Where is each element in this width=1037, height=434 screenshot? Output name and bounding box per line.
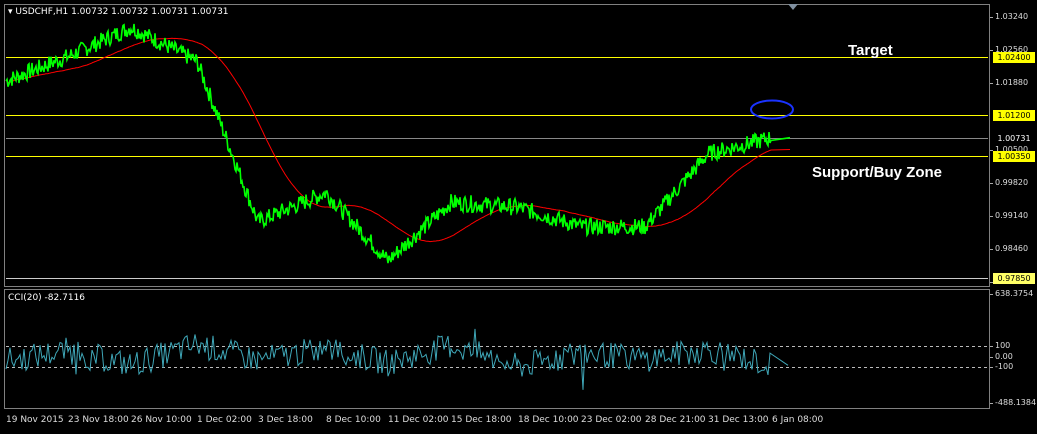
time-tick-label: 19 Nov 2015	[6, 415, 64, 425]
cci-title: CCI(20) -82.7116	[8, 293, 86, 303]
support-zone-annotation: Support/Buy Zone	[812, 164, 942, 181]
time-tick-label: 23 Dec 02:00	[581, 415, 642, 425]
time-tick-label: 1 Dec 02:00	[197, 415, 252, 425]
target-annotation: Target	[848, 42, 893, 59]
price-tick-label: 0.98460	[989, 244, 1029, 254]
time-tick-label: 15 Dec 18:00	[451, 415, 512, 425]
level-price-label: 1.02400	[993, 51, 1035, 63]
time-tick-label: 23 Nov 18:00	[68, 415, 129, 425]
cci-tick-label: 0.00	[990, 351, 1013, 361]
cci-axis[interactable]: 638.3754 100 0.00 -100 -488.1384	[989, 289, 1037, 409]
symbol-quote-label: USDCHF,H1 1.00732 1.00732 1.00731 1.0073…	[15, 7, 229, 17]
cci-tick-label: -100	[989, 362, 1014, 372]
time-tick-label: 3 Dec 18:00	[258, 415, 313, 425]
price-tick-label: 0.99820	[989, 177, 1029, 187]
cci-tick-label: 100	[989, 341, 1011, 351]
cci-tick-label: -488.1384	[989, 398, 1037, 407]
level-price-label: 1.00350	[993, 151, 1035, 163]
time-tick-label: 18 Dec 10:00	[518, 415, 579, 425]
price-tick-label: 0.99140	[989, 211, 1029, 220]
level-price-label: 0.97850	[993, 272, 1035, 284]
price-tick-label: 1.03240	[989, 11, 1029, 21]
time-axis[interactable]: 19 Nov 2015 23 Nov 18:00 26 Nov 10:00 1 Dec…	[0, 410, 990, 434]
dropdown-arrow-icon[interactable]: ▾	[8, 7, 13, 17]
time-tick-label: 28 Dec 21:00	[645, 415, 706, 425]
time-tick-label: 31 Dec 13:00	[708, 415, 769, 425]
current-price-label: 1.00731	[993, 132, 1035, 144]
time-tick-label: 11 Dec 02:00	[388, 415, 449, 425]
price-axis[interactable]: 1.03240 1.02560 1.01880 1.00500 0.99820 0.991…	[989, 4, 1037, 287]
cci-line	[5, 328, 789, 390]
chart-canvas	[5, 4, 988, 390]
chart-title: ▾ USDCHF,H1 1.00732 1.00732 1.00731 1.00…	[8, 7, 229, 17]
price-line	[5, 23, 791, 264]
cci-tick-label: 638.3754	[989, 289, 1034, 298]
time-tick-label: 8 Dec 10:00	[326, 415, 381, 425]
moving-average-line	[5, 37, 791, 243]
time-tick-label: 6 Jan 08:00	[772, 415, 824, 425]
chart-shift-marker-icon	[788, 4, 798, 10]
level-price-label: 1.01200	[993, 109, 1035, 121]
time-tick-label: 26 Nov 10:00	[131, 415, 192, 425]
price-tick-label: 1.01880	[989, 77, 1029, 87]
